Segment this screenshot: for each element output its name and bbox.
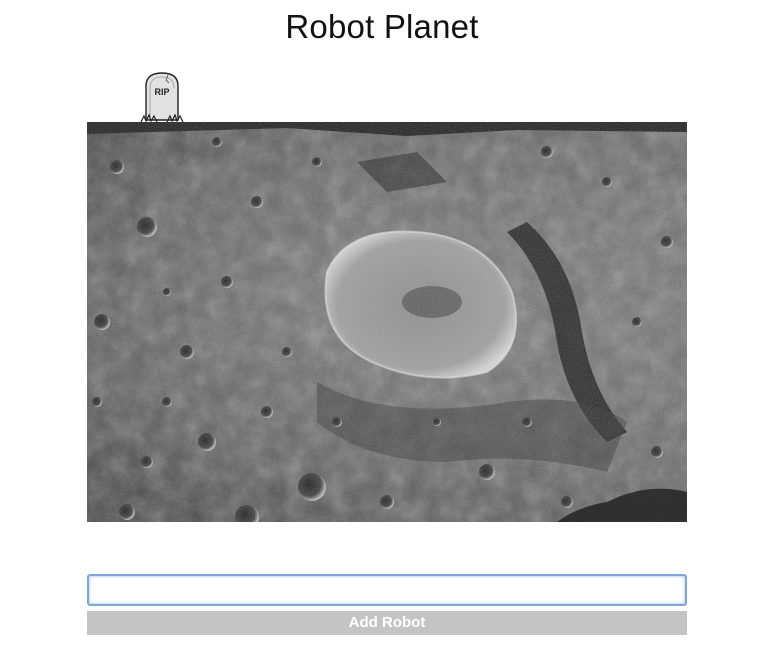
robot-name-input[interactable] — [87, 574, 687, 606]
robot-planet-page: Robot Planet RIP Add Robot — [0, 0, 764, 659]
planet-surface-image[interactable] — [87, 122, 687, 522]
tombstone-icon: RIP — [140, 70, 184, 124]
tombstone-inscription: RIP — [154, 87, 169, 97]
add-robot-button[interactable]: Add Robot — [87, 611, 687, 635]
page-title: Robot Planet — [285, 8, 479, 45]
